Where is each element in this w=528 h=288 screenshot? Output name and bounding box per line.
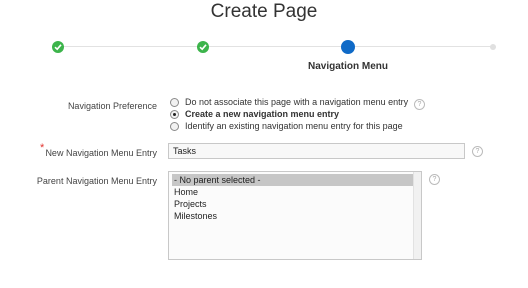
- new-entry-label: New Navigation Menu Entry: [45, 148, 157, 158]
- new-entry-input[interactable]: Tasks: [168, 143, 465, 159]
- list-option[interactable]: Milestones: [172, 210, 415, 222]
- wizard-step-2-complete-icon: [197, 41, 209, 53]
- radio-label: Do not associate this page with a naviga…: [185, 97, 409, 107]
- check-icon: [199, 44, 207, 51]
- radio-button[interactable]: [170, 122, 179, 131]
- radio-button[interactable]: [170, 98, 179, 107]
- wizard-track: [57, 46, 493, 47]
- parent-entry-listbox[interactable]: - No parent selected - Home Projects Mil…: [168, 171, 422, 260]
- check-icon: [54, 44, 62, 51]
- help-icon[interactable]: ?: [429, 174, 440, 185]
- radio-label: Create a new navigation menu entry: [185, 109, 340, 119]
- nav-preference-label: Navigation Preference: [67, 101, 157, 111]
- listbox-scrollbar[interactable]: [413, 172, 421, 259]
- radio-option-no-association[interactable]: Do not associate this page with a naviga…: [170, 97, 408, 108]
- wizard-current-step-label: Navigation Menu: [307, 61, 388, 72]
- radio-label: Identify an existing navigation menu ent…: [185, 121, 403, 131]
- list-option[interactable]: Home: [172, 186, 415, 198]
- list-option[interactable]: Projects: [172, 198, 415, 210]
- wizard-step-1-complete-icon: [52, 41, 64, 53]
- wizard-step-4-upcoming: [490, 44, 496, 50]
- radio-button-selected[interactable]: [170, 110, 179, 119]
- radio-option-identify-existing[interactable]: Identify an existing navigation menu ent…: [170, 121, 403, 132]
- help-icon[interactable]: ?: [414, 99, 425, 110]
- help-icon[interactable]: ?: [472, 146, 483, 157]
- parent-entry-label: Parent Navigation Menu Entry: [36, 176, 157, 186]
- radio-option-create-new[interactable]: Create a new navigation menu entry: [170, 109, 339, 120]
- page-title: Create Page: [210, 1, 318, 22]
- wizard-step-3-current: [341, 40, 355, 54]
- list-option-selected[interactable]: - No parent selected -: [172, 174, 415, 186]
